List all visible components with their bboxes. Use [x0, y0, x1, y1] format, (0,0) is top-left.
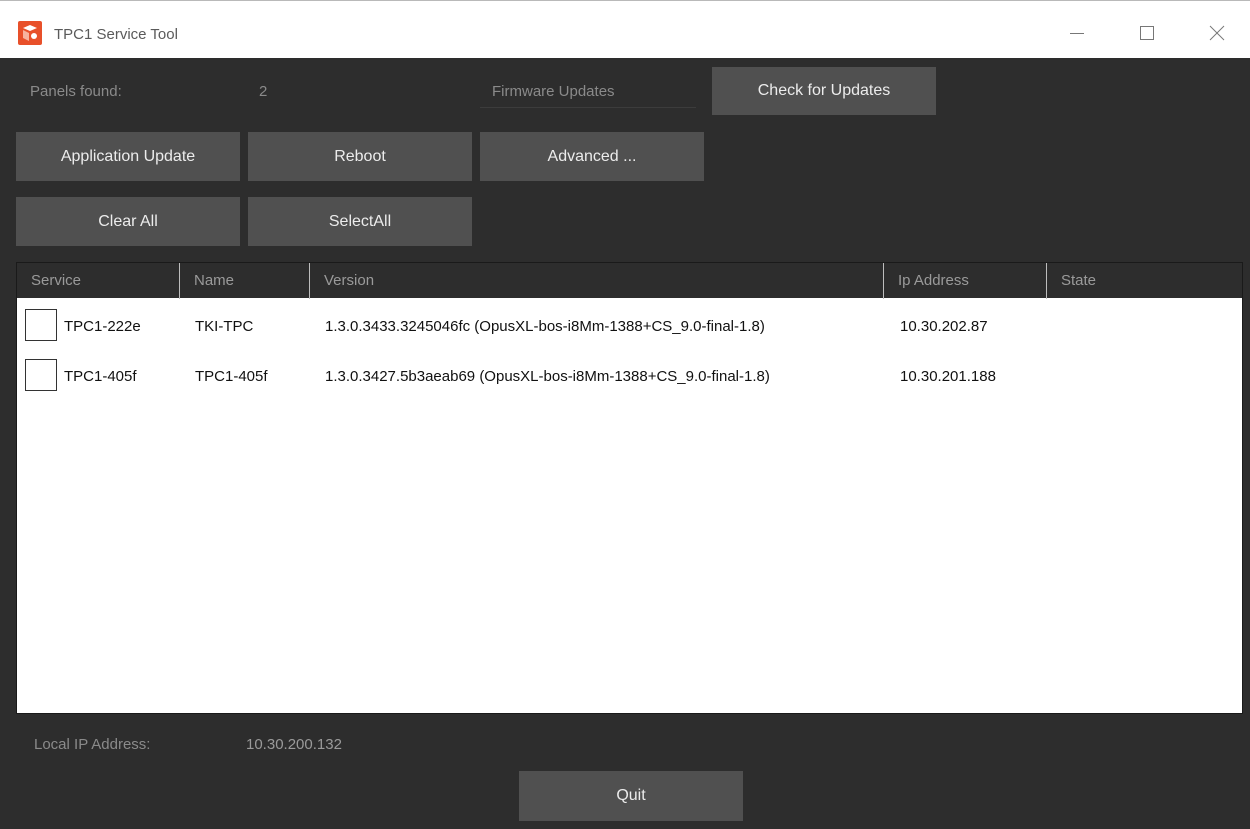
- version-cell: 1.3.0.3427.5b3aeab69 (OpusXL-bos-i8Mm-13…: [325, 368, 770, 385]
- table-row[interactable]: TPC1-405f TPC1-405f 1.3.0.3427.5b3aeab69…: [17, 352, 1242, 402]
- advanced-button[interactable]: Advanced ...: [480, 132, 704, 181]
- panels-found-label: Panels found:: [30, 83, 122, 100]
- maximize-icon: [1140, 26, 1154, 40]
- name-cell: TPC1-405f: [195, 368, 268, 385]
- app-logo-icon: [18, 21, 42, 45]
- firmware-updates-label: Firmware Updates: [492, 83, 615, 100]
- service-cell: TPC1-222e: [64, 318, 141, 335]
- panels-found-count: 2: [259, 83, 268, 100]
- row-checkbox[interactable]: [25, 359, 57, 391]
- firmware-updates-divider: [480, 107, 696, 108]
- local-ip-value: 10.30.200.132: [246, 736, 342, 753]
- row-checkbox[interactable]: [25, 309, 57, 341]
- panels-table[interactable]: Service Name Version Ip Address State TP…: [16, 262, 1243, 714]
- main-panel: Panels found: 2 Firmware Updates Check f…: [0, 58, 1250, 829]
- name-cell: TKI-TPC: [195, 318, 254, 335]
- close-icon: [1209, 25, 1225, 41]
- column-header-state[interactable]: State: [1047, 263, 1242, 299]
- ip-address-cell: 10.30.202.87: [900, 318, 988, 335]
- window-title: TPC1 Service Tool: [54, 26, 178, 43]
- version-cell: 1.3.0.3433.3245046fc (OpusXL-bos-i8Mm-13…: [325, 318, 765, 335]
- minimize-icon: [1070, 33, 1084, 34]
- column-header-name[interactable]: Name: [180, 263, 310, 299]
- select-all-button[interactable]: SelectAll: [248, 197, 472, 246]
- service-cell: TPC1-405f: [64, 368, 137, 385]
- column-header-service[interactable]: Service: [17, 263, 180, 299]
- ip-address-cell: 10.30.201.188: [900, 368, 996, 385]
- check-for-updates-button[interactable]: Check for Updates: [712, 67, 936, 115]
- maximize-button[interactable]: [1123, 13, 1171, 53]
- column-header-version[interactable]: Version: [310, 263, 884, 299]
- local-ip-label: Local IP Address:: [34, 736, 151, 753]
- title-bar: TPC1 Service Tool: [0, 0, 1250, 58]
- application-update-button[interactable]: Application Update: [16, 132, 240, 181]
- reboot-button[interactable]: Reboot: [248, 132, 472, 181]
- close-button[interactable]: [1193, 13, 1241, 53]
- table-row[interactable]: TPC1-222e TKI-TPC 1.3.0.3433.3245046fc (…: [17, 302, 1242, 352]
- minimize-button[interactable]: [1053, 13, 1101, 53]
- table-header: Service Name Version Ip Address State: [17, 263, 1242, 299]
- column-header-ip-address[interactable]: Ip Address: [884, 263, 1047, 299]
- quit-button[interactable]: Quit: [519, 771, 743, 821]
- clear-all-button[interactable]: Clear All: [16, 197, 240, 246]
